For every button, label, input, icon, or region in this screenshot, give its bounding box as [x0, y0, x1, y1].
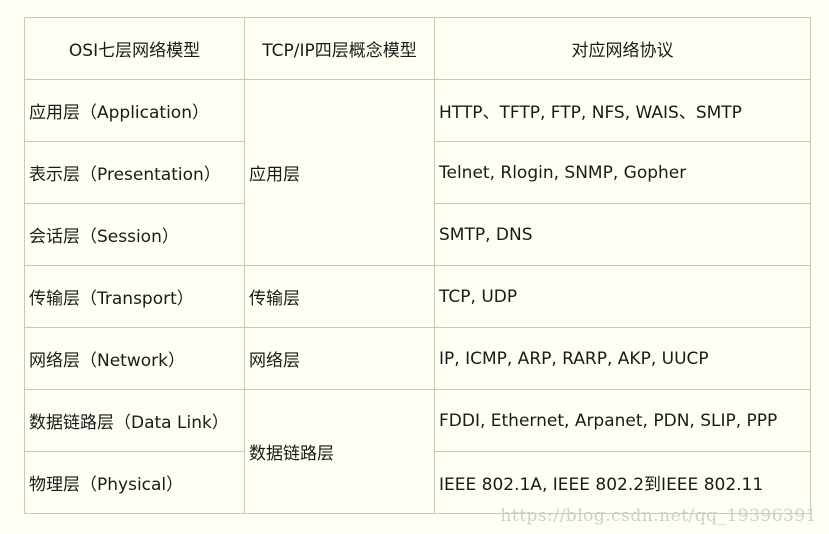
osi-layer-data-link: 数据链路层（Data Link） [24, 389, 245, 452]
osi-layer-application: 应用层（Application） [24, 79, 245, 142]
protocols-transport: TCP, UDP [434, 265, 811, 328]
osi-layer-transport: 传输层（Transport） [24, 265, 245, 328]
table-header-row: OSI七层网络模型 TCP/IP四层概念模型 对应网络协议 [24, 17, 811, 80]
table-row: 应用层（Application） 应用层 HTTP、TFTP, FTP, NFS… [24, 79, 811, 266]
header-protocols: 对应网络协议 [434, 17, 811, 80]
osi-layer-physical: 物理层（Physical） [24, 451, 245, 514]
osi-layer-session: 会话层（Session） [24, 203, 245, 266]
osi-layer-presentation: 表示层（Presentation） [24, 141, 245, 204]
tcpip-layer-network: 网络层 [244, 327, 435, 390]
protocols-network: IP, ICMP, ARP, RARP, AKP, UUCP [434, 327, 811, 390]
protocols-data-link: FDDI, Ethernet, Arpanet, PDN, SLIP, PPP [434, 389, 811, 452]
osi-table-container: OSI七层网络模型 TCP/IP四层概念模型 对应网络协议 应用层（Applic… [24, 17, 811, 514]
table-row: 数据链路层（Data Link） 数据链路层 FDDI, Ethernet, A… [24, 389, 811, 514]
osi-layer-network: 网络层（Network） [24, 327, 245, 390]
table-row: 网络层（Network） 网络层 IP, ICMP, ARP, RARP, AK… [24, 327, 811, 390]
protocols-presentation: Telnet, Rlogin, SNMP, Gopher [434, 141, 811, 204]
tcpip-layer-transport: 传输层 [244, 265, 435, 328]
protocols-application: HTTP、TFTP, FTP, NFS, WAIS、SMTP [434, 79, 811, 142]
header-tcpip-model: TCP/IP四层概念模型 [244, 17, 435, 80]
protocols-session: SMTP, DNS [434, 203, 811, 266]
tcpip-layer-data-link: 数据链路层 [244, 389, 435, 514]
tcpip-layer-application: 应用层 [244, 79, 435, 266]
blog-watermark: https://blog.csdn.net/qq_19396391 [500, 506, 817, 526]
protocols-physical: IEEE 802.1A, IEEE 802.2到IEEE 802.11 [434, 451, 811, 514]
osi-tcpip-comparison-table: OSI七层网络模型 TCP/IP四层概念模型 对应网络协议 应用层（Applic… [24, 17, 811, 514]
table-row: 传输层（Transport） 传输层 TCP, UDP [24, 265, 811, 328]
header-osi-model: OSI七层网络模型 [24, 17, 245, 80]
